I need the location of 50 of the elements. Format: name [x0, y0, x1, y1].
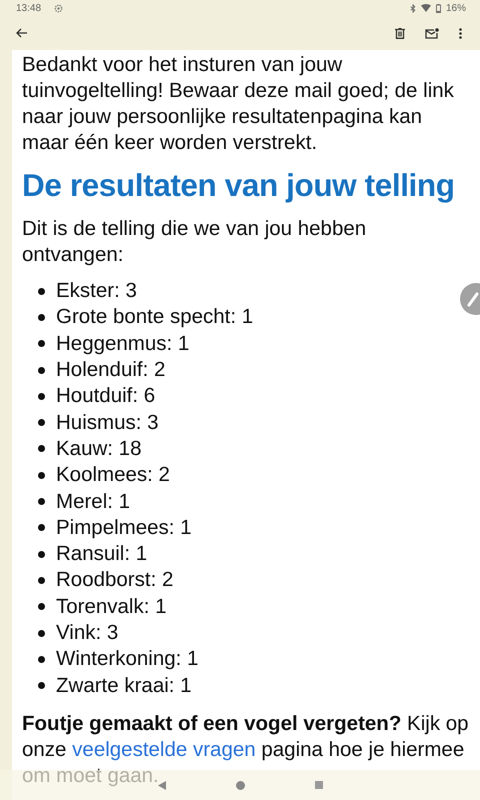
home-icon[interactable] [236, 780, 244, 790]
trash-icon[interactable] [395, 28, 405, 38]
bluetooth-icon [410, 4, 416, 12]
bullet-icon [38, 392, 45, 400]
bird-count: Holenduif: 2 [56, 357, 166, 384]
bullet-icon [38, 288, 45, 295]
bird-count: Pimpelmees: 1 [56, 514, 192, 541]
bird-count: Ekster: 3 [56, 278, 137, 304]
bullet-icon [38, 340, 45, 348]
battery-level: 16% [446, 2, 466, 14]
mail-dot-icon[interactable] [425, 28, 439, 38]
clock: 13:48 [16, 2, 42, 14]
bird-count: Koolmees: 2 [56, 462, 170, 488]
recents-icon[interactable] [314, 781, 322, 789]
intro-paragraph: Bedankt voor het insturen van jouw tuinvogeltelling! Bewaar deze mail goed; de link naar jouw persoonlijke resultatenpagina kan maar één keer worden verstrekt. [22, 52, 455, 156]
bullet-icon [38, 576, 45, 584]
more-icon[interactable] [459, 28, 462, 38]
bird-count: Roodborst: 2 [56, 567, 174, 594]
bird-count: Grote bonte specht: 1 [56, 304, 254, 330]
bullet-icon [38, 656, 45, 663]
bird-count: Huismus: 3 [56, 410, 159, 436]
lead-paragraph: Dit is de telling die we van jou hebben ontvangen: [22, 216, 368, 268]
bullet-icon [38, 445, 45, 452]
bird-count: Merel: 1 [56, 488, 130, 515]
bullet-icon [38, 314, 45, 321]
bullet-icon [38, 419, 45, 426]
bird-count: Torenvalk: 1 [56, 594, 167, 620]
bird-count: Vink: 3 [56, 620, 118, 646]
edit-button[interactable] [460, 283, 480, 315]
faq-link[interactable]: veelgestelde vragen [72, 738, 256, 761]
wifi-icon [420, 4, 431, 12]
results-heading: De resultaten van jouw telling [22, 166, 456, 204]
bullet-icon [38, 472, 45, 479]
back-icon[interactable] [16, 28, 28, 38]
bullet-icon [38, 498, 45, 506]
bullet-icon [38, 603, 45, 610]
back-triangle-icon[interactable] [158, 780, 166, 790]
bird-count: Houtduif: 6 [56, 383, 156, 410]
battery-icon [436, 4, 441, 12]
bird-count: Heggenmus: 1 [56, 330, 190, 357]
bullet-icon [38, 366, 45, 374]
bullet-icon [38, 682, 45, 690]
bullet-icon [38, 524, 45, 532]
bullet-icon [38, 550, 45, 558]
bird-count: Ransuil: 1 [56, 541, 148, 568]
bird-count: Kauw: 18 [56, 436, 142, 462]
bird-count: Winterkoning: 1 [56, 646, 198, 672]
bullet-icon [38, 630, 45, 636]
gear-icon [54, 4, 64, 12]
bird-count: Zwarte kraai: 1 [56, 672, 192, 699]
